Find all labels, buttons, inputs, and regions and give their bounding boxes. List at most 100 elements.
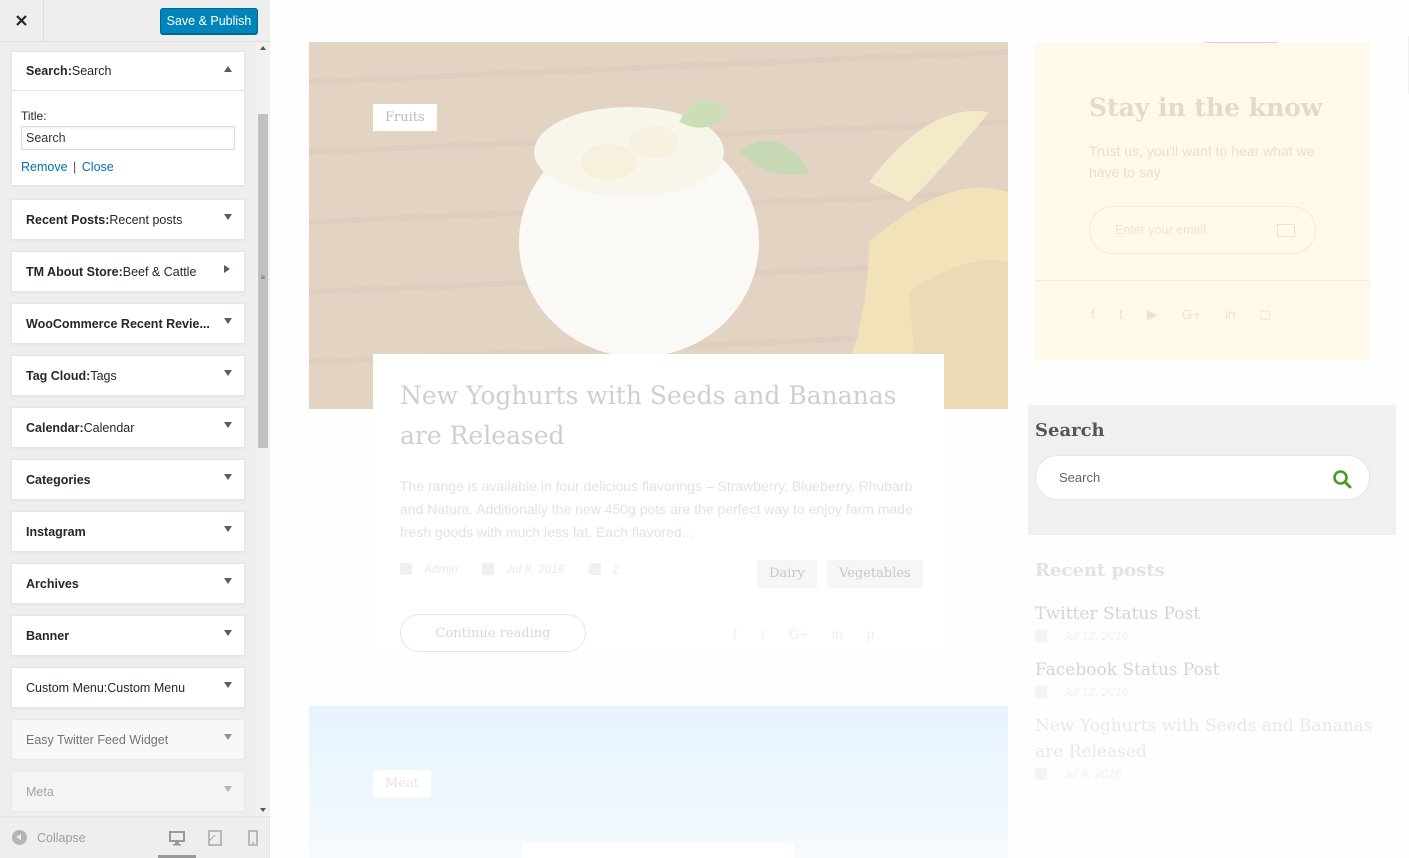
widget-header[interactable]: Banner	[12, 616, 244, 655]
post-share-icons: f t G+ in p	[733, 626, 875, 642]
save-publish-button[interactable]: Save & Publish	[160, 8, 258, 34]
actions-separator: |	[73, 160, 77, 174]
calendar-icon	[482, 563, 495, 575]
preview-tablet-button[interactable]	[206, 829, 224, 847]
widget-search: Search: Search Title: Remove | Close	[11, 51, 245, 186]
scroll-up-arrow-icon[interactable]	[260, 46, 266, 50]
title-label: Title:	[21, 109, 47, 123]
linkedin-icon[interactable]: in	[832, 626, 843, 642]
facebook-icon[interactable]: f	[1091, 306, 1095, 323]
recent-posts-title: Recent posts	[1035, 560, 1165, 581]
widget-header[interactable]: Custom Menu: Custom Menu	[12, 668, 244, 707]
customizer-footer: Collapse	[0, 816, 270, 858]
post-category-tag[interactable]: Meat	[373, 770, 431, 797]
instagram-icon[interactable]: ◻	[1260, 306, 1272, 323]
widget-tm-about-store[interactable]: TM About Store: Beef & Cattle	[11, 251, 245, 292]
scrollbar-grip-icon: ≡	[260, 273, 266, 282]
widget-banner[interactable]: Banner	[11, 615, 245, 656]
widget-header[interactable]: Instagram	[12, 512, 244, 551]
subscribe-title: Stay in the know	[1089, 93, 1323, 122]
collapse-arrow-icon	[12, 830, 27, 845]
widget-title: Tag Cloud:	[26, 368, 91, 383]
search-placeholder: Search	[1059, 470, 1101, 485]
widget-header[interactable]: Archives	[12, 564, 244, 603]
search-icon[interactable]	[1332, 469, 1352, 489]
arrow-down-icon	[224, 734, 232, 740]
comment-icon	[588, 563, 601, 575]
arrow-down-icon	[224, 474, 232, 480]
post-tag-vegetables[interactable]: Vegetables	[827, 560, 923, 588]
post-date: Jul 8, 2016	[482, 562, 565, 576]
widget-tag-cloud[interactable]: Tag Cloud: Tags	[11, 355, 245, 396]
facebook-icon[interactable]: f	[733, 626, 737, 642]
sidebar-scrollbar[interactable]: ≡	[256, 42, 270, 816]
post-card: New Yoghurts with Seeds and Bananas are …	[373, 354, 944, 652]
widget-subtitle: Tags	[90, 368, 117, 383]
linkedin-icon[interactable]: in	[1225, 306, 1236, 323]
twitter-icon[interactable]: t	[1119, 306, 1123, 323]
widget-header[interactable]: Easy Twitter Feed Widget	[12, 720, 244, 759]
calendar-icon	[1035, 686, 1047, 698]
google-plus-icon[interactable]: G+	[789, 626, 808, 642]
widget-meta[interactable]: Meta	[11, 771, 245, 812]
recent-post-link[interactable]: Facebook Status Post	[1035, 657, 1375, 683]
widget-header[interactable]: WooCommerce Recent Revie...	[12, 304, 244, 343]
widget-subtitle: Recent posts	[109, 212, 183, 227]
preview-desktop-button[interactable]	[168, 829, 186, 847]
widget-woocommerce-recent-reviews[interactable]: WooCommerce Recent Revie...	[11, 303, 245, 344]
close-customizer-button[interactable]	[0, 0, 44, 41]
social-icons: f t ▶ G+ in ◻	[1091, 306, 1271, 323]
widget-title-input[interactable]	[21, 126, 235, 150]
recent-post-link[interactable]: Twitter Status Post	[1035, 601, 1375, 627]
widget-calendar[interactable]: Calendar: Calendar	[11, 407, 245, 448]
widget-title: Banner	[26, 628, 70, 643]
widget-easy-twitter-feed[interactable]: Easy Twitter Feed Widget	[11, 719, 245, 760]
widget-header[interactable]: Meta	[12, 772, 244, 811]
widget-header[interactable]: TM About Store: Beef & Cattle	[12, 252, 244, 291]
post-category-tag[interactable]: Fruits	[373, 104, 437, 131]
customizer-panel: Save & Publish Search: Search Title: Rem…	[0, 0, 270, 858]
widget-recent-posts[interactable]: Recent Posts: Recent posts	[11, 199, 245, 240]
scroll-down-arrow-icon[interactable]	[260, 808, 266, 812]
recent-post-date-text: Jul 12, 2016	[1063, 629, 1129, 643]
remove-widget-link[interactable]: Remove	[21, 160, 68, 174]
widget-title: Recent Posts:	[26, 212, 110, 227]
google-plus-icon[interactable]: G+	[1182, 306, 1201, 323]
widget-categories[interactable]: Categories	[11, 459, 245, 500]
preview-mobile-button[interactable]	[244, 829, 262, 847]
recent-post-date-text: Jul 8, 2016	[1063, 767, 1122, 781]
subscribe-text: Trust us, you'll want to hear what we ha…	[1089, 143, 1315, 180]
recent-post-date: Jul 12, 2016	[1035, 629, 1375, 643]
search-input[interactable]: Search	[1035, 455, 1370, 500]
recent-post-link[interactable]: New Yoghurts with Seeds and Bananas are …	[1035, 713, 1375, 765]
widget-archives[interactable]: Archives	[11, 563, 245, 604]
mobile-icon	[248, 830, 258, 846]
widget-instagram[interactable]: Instagram	[11, 511, 245, 552]
desktop-icon	[169, 831, 185, 846]
close-widget-link[interactable]: Close	[82, 160, 114, 174]
continue-reading-button[interactable]: Continue reading	[400, 614, 586, 652]
youtube-icon[interactable]: ▶	[1147, 306, 1158, 323]
arrow-down-icon	[224, 214, 232, 220]
widget-custom-menu[interactable]: Custom Menu: Custom Menu	[11, 667, 245, 708]
arrow-down-icon	[224, 682, 232, 688]
widget-header[interactable]: Calendar: Calendar	[12, 408, 244, 447]
collapse-button[interactable]: Collapse	[12, 830, 86, 845]
pinterest-icon[interactable]: p	[867, 626, 875, 642]
scrollbar-thumb[interactable]: ≡	[258, 114, 268, 448]
post-tag-dairy[interactable]: Dairy	[757, 560, 817, 588]
widget-header[interactable]: Recent Posts: Recent posts	[12, 200, 244, 239]
post-date-text: Jul 8, 2016	[506, 562, 565, 576]
calendar-icon	[1035, 630, 1047, 642]
widget-search-header[interactable]: Search: Search	[12, 52, 244, 91]
widget-subtitle: Custom Menu	[107, 680, 186, 695]
widget-header[interactable]: Categories	[12, 460, 244, 499]
envelope-icon[interactable]	[1277, 224, 1295, 237]
post-title[interactable]: New Yoghurts with Seeds and Bananas are …	[400, 376, 920, 456]
twitter-icon[interactable]: t	[761, 626, 765, 642]
post-author[interactable]: Admin	[400, 562, 458, 576]
post-comments[interactable]: 2	[588, 562, 619, 576]
widget-header[interactable]: Tag Cloud: Tags	[12, 356, 244, 395]
recent-posts-widget: Recent posts Twitter Status Post Jul 12,…	[1035, 555, 1375, 795]
post-author-name: Admin	[424, 562, 459, 576]
